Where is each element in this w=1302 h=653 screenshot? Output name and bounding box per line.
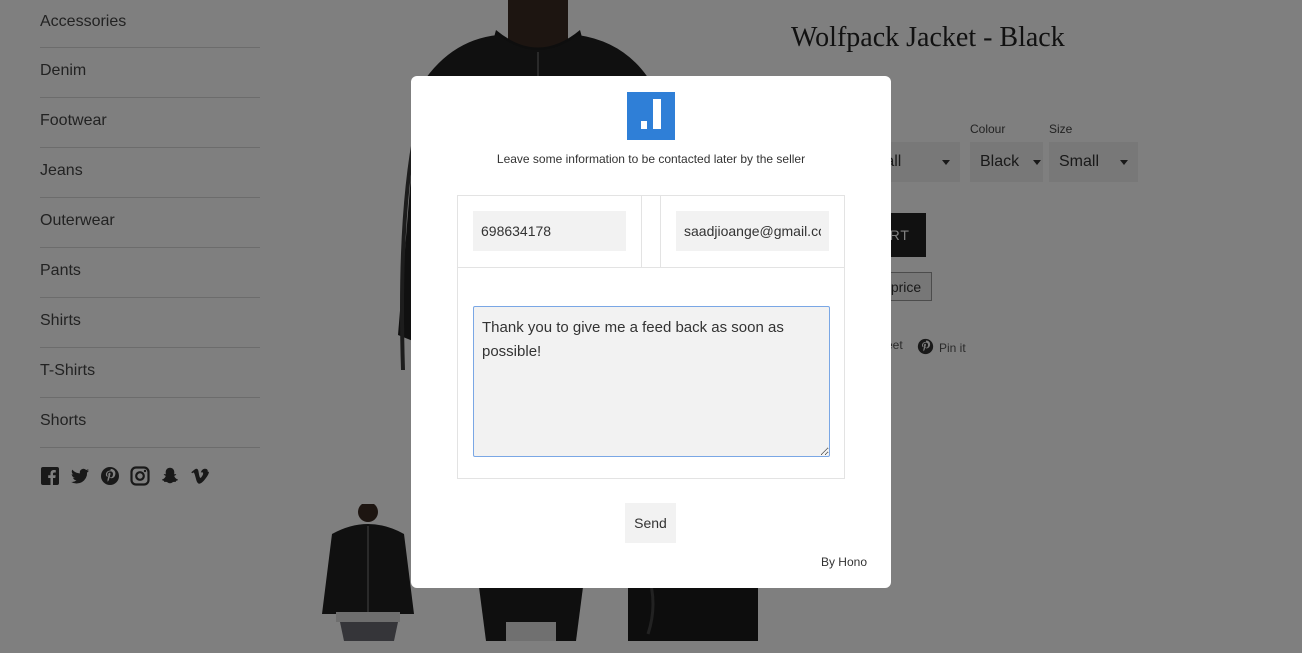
modal-subtitle: Leave some information to be contacted l… [496, 152, 806, 166]
hono-credit: By Hono [820, 555, 867, 569]
contact-seller-modal: Leave some information to be contacted l… [411, 76, 891, 588]
phone-input[interactable] [473, 211, 626, 251]
email-input[interactable] [676, 211, 829, 251]
send-button[interactable]: Send [625, 503, 676, 543]
contact-fields-row [458, 196, 844, 268]
field-divider [660, 196, 661, 267]
field-divider [641, 196, 642, 267]
contact-form: Thank you to give me a feed back as soon… [457, 195, 845, 479]
hono-logo-icon [627, 92, 675, 140]
message-textarea[interactable]: Thank you to give me a feed back as soon… [473, 306, 830, 457]
